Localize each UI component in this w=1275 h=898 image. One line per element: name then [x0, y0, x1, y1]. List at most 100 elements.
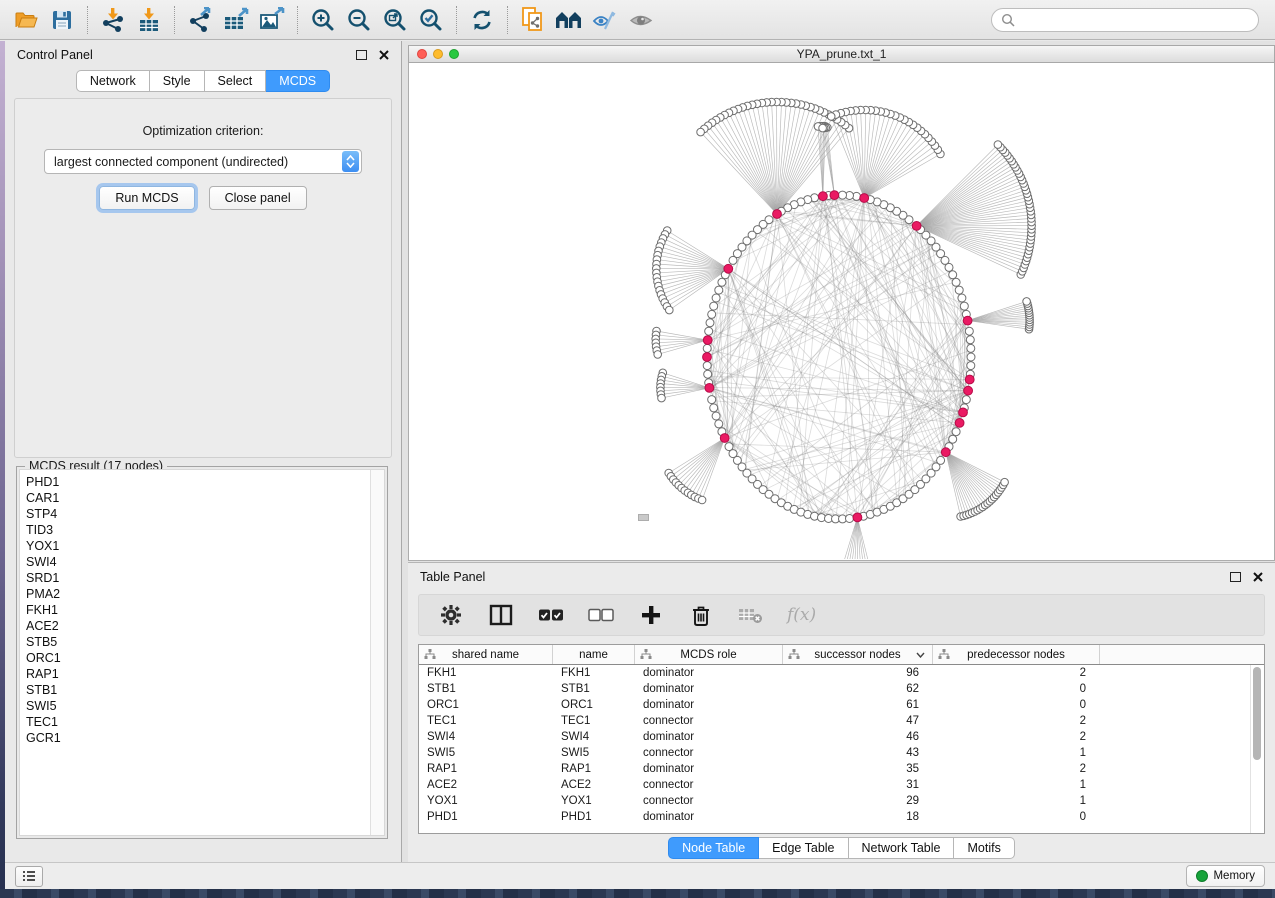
- network-hub-node[interactable]: [703, 353, 712, 362]
- network-hub-node[interactable]: [720, 434, 729, 443]
- first-neighbors-button[interactable]: [551, 4, 587, 36]
- save-session-button[interactable]: [44, 4, 80, 36]
- mcds-result-item[interactable]: PHD1: [22, 474, 369, 490]
- network-hub-node[interactable]: [860, 194, 869, 203]
- float-panel-icon[interactable]: [1230, 572, 1241, 582]
- show-all-button[interactable]: [623, 4, 659, 36]
- network-node[interactable]: [952, 428, 960, 436]
- run-mcds-button[interactable]: Run MCDS: [99, 186, 194, 210]
- table-row[interactable]: FKH1FKH1dominator962: [419, 665, 1264, 681]
- network-hub-node[interactable]: [853, 513, 862, 522]
- table-scrollbar-thumb[interactable]: [1253, 667, 1261, 760]
- tab-edge-table[interactable]: Edge Table: [759, 837, 848, 859]
- table-row[interactable]: STB1STB1dominator620: [419, 681, 1264, 697]
- network-node[interactable]: [967, 344, 975, 352]
- mcds-result-item[interactable]: STP4: [22, 506, 369, 522]
- network-hub-node[interactable]: [773, 210, 782, 219]
- search-input[interactable]: [1021, 12, 1249, 28]
- network-node[interactable]: [704, 370, 712, 378]
- task-history-button[interactable]: [15, 866, 43, 887]
- network-node[interactable]: [846, 515, 854, 523]
- function-builder-button[interactable]: f(x): [787, 605, 816, 625]
- network-node[interactable]: [705, 327, 713, 335]
- network-node[interactable]: [712, 294, 720, 302]
- mcds-result-item[interactable]: FKH1: [22, 602, 369, 618]
- network-hub-node[interactable]: [819, 192, 828, 201]
- network-node[interactable]: [698, 496, 706, 504]
- network-node[interactable]: [967, 353, 975, 361]
- memory-button[interactable]: Memory: [1186, 865, 1265, 887]
- network-node[interactable]: [715, 420, 723, 428]
- network-node[interactable]: [710, 302, 718, 310]
- criterion-select[interactable]: largest connected component (undirected): [44, 149, 362, 174]
- network-node[interactable]: [715, 286, 723, 294]
- zoom-out-button[interactable]: [341, 4, 377, 36]
- table-row[interactable]: YOX1YOX1connector291: [419, 793, 1264, 809]
- network-node[interactable]: [960, 302, 968, 310]
- column-header-successor-nodes[interactable]: successor nodes: [783, 645, 933, 664]
- network-node[interactable]: [697, 128, 705, 136]
- mcds-result-item[interactable]: SRD1: [22, 570, 369, 586]
- network-node[interactable]: [962, 396, 970, 404]
- network-hub-node[interactable]: [830, 191, 839, 200]
- network-node[interactable]: [708, 310, 716, 318]
- network-node[interactable]: [937, 456, 945, 464]
- mcds-result-item[interactable]: ACE2: [22, 618, 369, 634]
- select-all-button[interactable]: [537, 601, 565, 629]
- network-node[interactable]: [955, 286, 963, 294]
- zoom-fit-button[interactable]: [377, 4, 413, 36]
- network-node[interactable]: [658, 394, 666, 402]
- tab-select[interactable]: Select: [205, 70, 267, 92]
- column-header-MCDS-role[interactable]: MCDS role: [635, 645, 783, 664]
- mcds-result-item[interactable]: TID3: [22, 522, 369, 538]
- network-node[interactable]: [967, 362, 975, 370]
- network-hub-node[interactable]: [703, 336, 712, 345]
- delete-table-button[interactable]: [737, 601, 765, 629]
- table-row[interactable]: SWI4SWI4dominator462: [419, 729, 1264, 745]
- close-panel-icon[interactable]: [379, 50, 389, 60]
- float-panel-icon[interactable]: [356, 50, 367, 60]
- network-node[interactable]: [994, 141, 1002, 149]
- mcds-list-scrollbar[interactable]: [370, 470, 384, 835]
- deselect-all-button[interactable]: [587, 601, 615, 629]
- table-scrollbar[interactable]: [1250, 665, 1264, 833]
- mcds-result-item[interactable]: PMA2: [22, 586, 369, 602]
- export-image-button[interactable]: [254, 4, 290, 36]
- import-network-button[interactable]: [95, 4, 131, 36]
- tab-network[interactable]: Network: [76, 70, 150, 92]
- share-document-button[interactable]: [515, 4, 551, 36]
- zoom-selected-button[interactable]: [413, 4, 449, 36]
- tab-style[interactable]: Style: [150, 70, 205, 92]
- network-hub-node[interactable]: [912, 222, 921, 231]
- network-node[interactable]: [654, 351, 662, 359]
- table-row[interactable]: PHD1PHD1dominator180: [419, 809, 1264, 825]
- column-header-predecessor-nodes[interactable]: predecessor nodes: [933, 645, 1100, 664]
- add-column-button[interactable]: [637, 601, 665, 629]
- network-node[interactable]: [839, 191, 847, 199]
- network-hub-node[interactable]: [955, 419, 964, 428]
- open-file-button[interactable]: [8, 4, 44, 36]
- network-hub-node[interactable]: [964, 386, 973, 395]
- network-node[interactable]: [965, 327, 973, 335]
- network-hub-node[interactable]: [963, 316, 972, 325]
- tab-mcds[interactable]: MCDS: [266, 70, 330, 92]
- mcds-result-item[interactable]: CAR1: [22, 490, 369, 506]
- network-hub-node[interactable]: [705, 384, 714, 393]
- mcds-result-item[interactable]: RAP1: [22, 666, 369, 682]
- network-node[interactable]: [712, 412, 720, 420]
- network-hub-node[interactable]: [959, 408, 968, 417]
- refresh-button[interactable]: [464, 4, 500, 36]
- network-node[interactable]: [703, 362, 711, 370]
- network-node[interactable]: [703, 344, 711, 352]
- zoom-in-button[interactable]: [305, 4, 341, 36]
- network-node[interactable]: [666, 306, 674, 314]
- network-node[interactable]: [1023, 298, 1031, 306]
- table-settings-button[interactable]: [437, 601, 465, 629]
- tab-node-table[interactable]: Node Table: [668, 837, 759, 859]
- column-header-shared-name[interactable]: shared name: [419, 645, 553, 664]
- network-node[interactable]: [708, 396, 716, 404]
- table-row[interactable]: SWI5SWI5connector431: [419, 745, 1264, 761]
- export-table-button[interactable]: [218, 4, 254, 36]
- network-hub-node[interactable]: [965, 375, 974, 384]
- mcds-result-item[interactable]: GCR1: [22, 730, 369, 746]
